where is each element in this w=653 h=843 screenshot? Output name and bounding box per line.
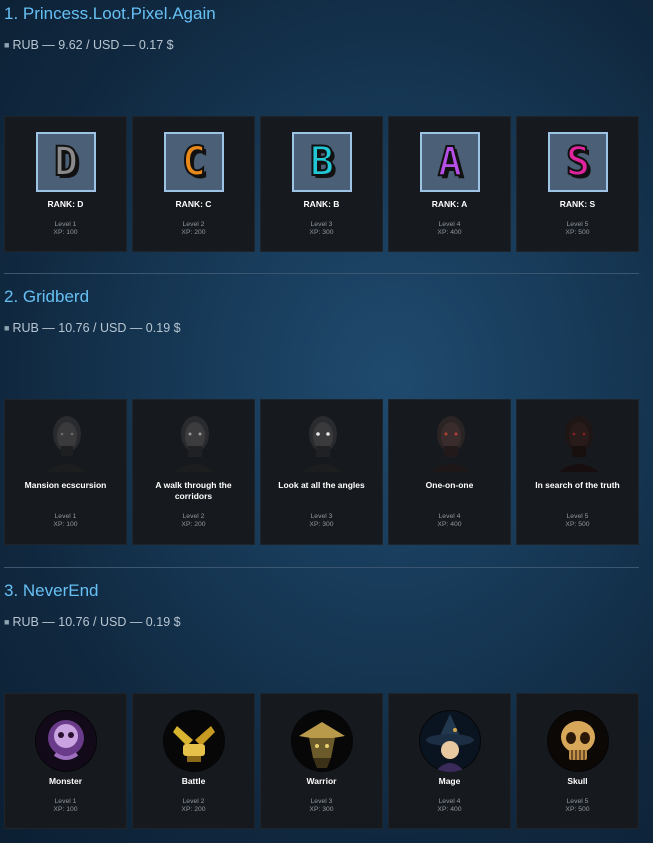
trading-card[interactable]: S RANK: S Level 5 XP: 500 (516, 116, 639, 252)
price-text: RUB — 10.76 / USD — 0.19 $ (12, 321, 181, 335)
card-xp: XP: 100 (53, 521, 78, 528)
card-name: RANK: S (559, 199, 596, 209)
rank-b-icon: B (292, 132, 352, 192)
trading-card[interactable]: Warrior Level 3 XP: 300 (260, 693, 383, 829)
card-level: Level 2 (182, 221, 205, 228)
card-name: In search of the truth (535, 480, 620, 490)
price-line: ■ RUB — 9.62 / USD — 0.17 $ (4, 38, 174, 52)
card-level: Level 1 (54, 221, 77, 228)
section-divider (4, 273, 639, 274)
rank-a-icon: A (420, 132, 480, 192)
trading-card[interactable]: A RANK: A Level 4 XP: 400 (388, 116, 511, 252)
card-name: One-on-one (425, 480, 474, 490)
masked-face-icon (47, 416, 87, 472)
trading-card[interactable]: One-on-one Level 4 XP: 400 (388, 399, 511, 545)
card-xp: XP: 200 (181, 229, 206, 236)
trading-card[interactable]: In search of the truth Level 5 XP: 500 (516, 399, 639, 545)
card-xp: XP: 300 (309, 229, 334, 236)
battle-icon (163, 710, 225, 772)
card-level: Level 5 (566, 221, 589, 228)
game-title[interactable]: 1. Princess.Loot.Pixel.Again (4, 4, 216, 24)
bullet-icon: ■ (4, 323, 10, 333)
card-level: Level 3 (310, 221, 333, 228)
card-row: Monster Level 1 XP: 100 Battle Level 2 X… (4, 693, 639, 829)
card-name: Skull (567, 776, 588, 786)
card-level: Level 5 (566, 513, 589, 520)
masked-face-icon (303, 416, 343, 472)
card-xp: XP: 100 (53, 229, 78, 236)
trading-card[interactable]: Monster Level 1 XP: 100 (4, 693, 127, 829)
price-line: ■ RUB — 10.76 / USD — 0.19 $ (4, 615, 181, 629)
card-xp: XP: 500 (565, 521, 590, 528)
card-xp: XP: 200 (181, 521, 206, 528)
mage-icon (419, 710, 481, 772)
card-xp: XP: 400 (437, 229, 462, 236)
card-level: Level 2 (182, 798, 205, 805)
card-name: RANK: B (303, 199, 340, 209)
card-row: D RANK: D Level 1 XP: 100 C RANK: C Leve… (4, 116, 639, 252)
price-text: RUB — 9.62 / USD — 0.17 $ (12, 38, 174, 52)
card-name: Battle (181, 776, 206, 786)
card-xp: XP: 300 (309, 521, 334, 528)
card-name: RANK: D (47, 199, 84, 209)
card-level: Level 4 (438, 221, 461, 228)
trading-card[interactable]: Mage Level 4 XP: 400 (388, 693, 511, 829)
card-xp: XP: 300 (309, 806, 334, 813)
trading-card[interactable]: A walk through the corridors Level 2 XP:… (132, 399, 255, 545)
card-name: RANK: C (175, 199, 212, 209)
card-name: Mansion ecscursion (24, 480, 107, 490)
card-name: Mage (438, 776, 461, 786)
trading-card[interactable]: Look at all the angles Level 3 XP: 300 (260, 399, 383, 545)
card-name: Look at all the angles (278, 480, 365, 490)
trading-card[interactable]: Skull Level 5 XP: 500 (516, 693, 639, 829)
masked-face-icon (175, 416, 215, 472)
trading-card[interactable]: D RANK: D Level 1 XP: 100 (4, 116, 127, 252)
card-xp: XP: 400 (437, 806, 462, 813)
masked-face-icon (559, 416, 599, 472)
monster-icon (35, 710, 97, 772)
card-name: Warrior (306, 776, 337, 786)
price-text: RUB — 10.76 / USD — 0.19 $ (12, 615, 181, 629)
card-level: Level 2 (182, 513, 205, 520)
card-xp: XP: 500 (565, 806, 590, 813)
section-divider (4, 567, 639, 568)
card-xp: XP: 200 (181, 806, 206, 813)
game-title[interactable]: 3. NeverEnd (4, 581, 99, 601)
card-level: Level 5 (566, 798, 589, 805)
card-row: Mansion ecscursion Level 1 XP: 100 A wal… (4, 399, 639, 545)
card-xp: XP: 400 (437, 521, 462, 528)
card-level: Level 3 (310, 798, 333, 805)
trading-card[interactable]: C RANK: C Level 2 XP: 200 (132, 116, 255, 252)
trading-card[interactable]: Mansion ecscursion Level 1 XP: 100 (4, 399, 127, 545)
game-title[interactable]: 2. Gridberd (4, 287, 89, 307)
masked-face-icon (431, 416, 471, 472)
card-name: A walk through the corridors (155, 480, 232, 501)
card-xp: XP: 100 (53, 806, 78, 813)
card-name: RANK: A (431, 199, 468, 209)
card-level: Level 4 (438, 513, 461, 520)
trading-card[interactable]: Battle Level 2 XP: 200 (132, 693, 255, 829)
bullet-icon: ■ (4, 617, 10, 627)
skull-icon (547, 710, 609, 772)
rank-s-icon: S (548, 132, 608, 192)
card-name: Monster (48, 776, 83, 786)
card-level: Level 1 (54, 798, 77, 805)
card-xp: XP: 500 (565, 229, 590, 236)
warrior-icon (291, 710, 353, 772)
card-level: Level 1 (54, 513, 77, 520)
bullet-icon: ■ (4, 40, 10, 50)
rank-d-icon: D (36, 132, 96, 192)
card-level: Level 4 (438, 798, 461, 805)
card-level: Level 3 (310, 513, 333, 520)
price-line: ■ RUB — 10.76 / USD — 0.19 $ (4, 321, 181, 335)
rank-c-icon: C (164, 132, 224, 192)
trading-card[interactable]: B RANK: B Level 3 XP: 300 (260, 116, 383, 252)
